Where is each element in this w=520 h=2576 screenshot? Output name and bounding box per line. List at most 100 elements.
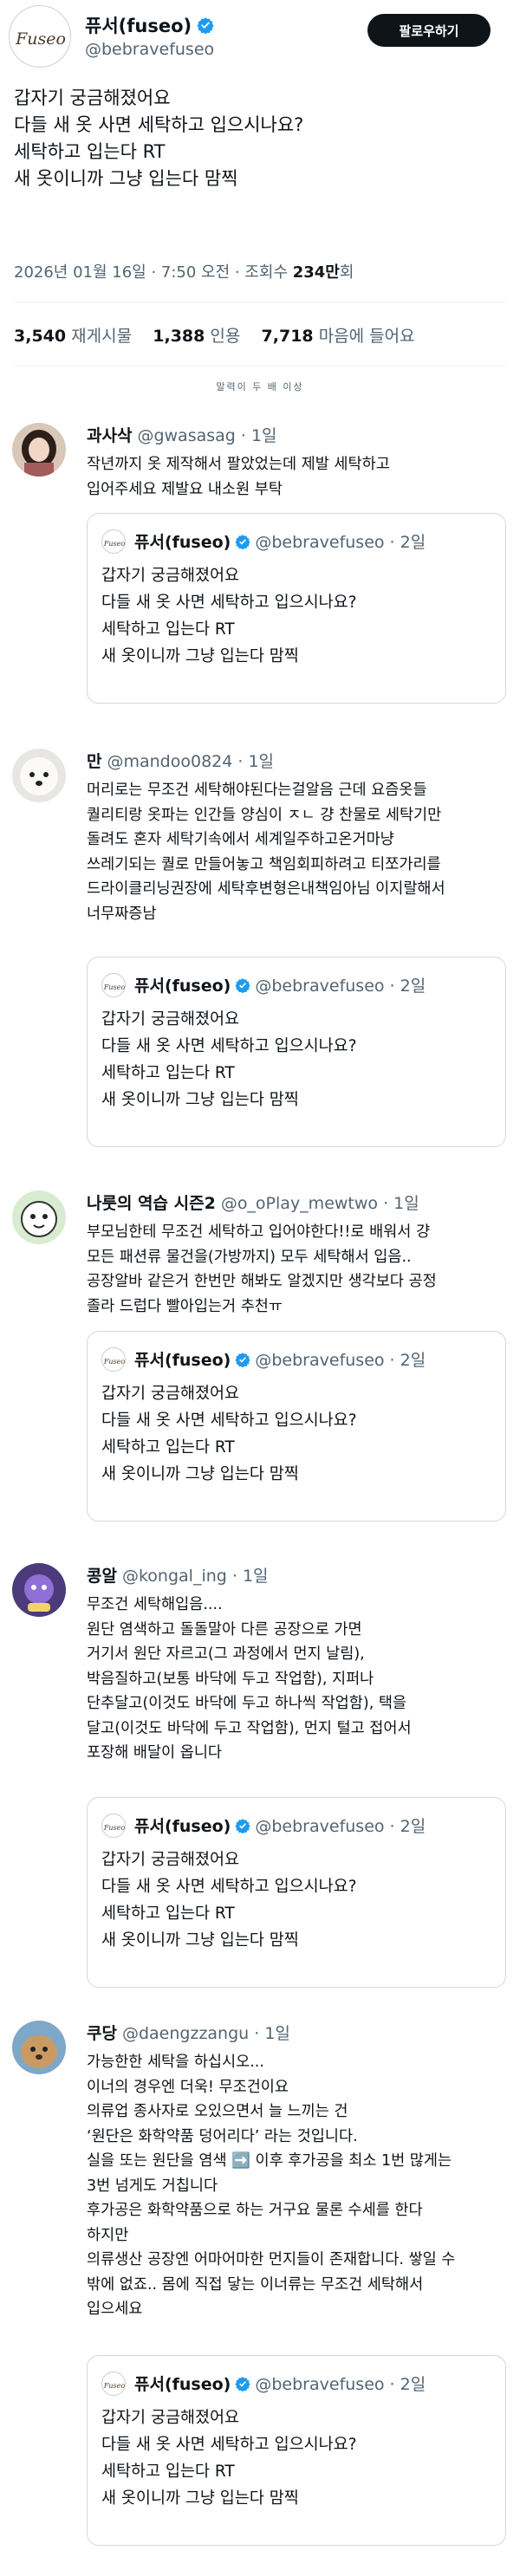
reply-text-line: 입으세요 [87, 2300, 143, 2318]
reply-avatar[interactable] [12, 749, 66, 802]
reply-author-name[interactable]: 나룻의 역습 시즌2 [87, 1191, 216, 1214]
reply-author-handle[interactable]: @daengzzangu · 1일 [122, 2021, 290, 2044]
quoted-header: 퓨서(fuseo) @bebravefuseo · 2일 [134, 1347, 426, 1371]
quoted-author-name: 퓨서(fuseo) [134, 977, 231, 996]
quoted-line: 세탁하고 입는다 RT [101, 1064, 235, 1082]
reply-author-handle[interactable]: @mandoo0824 · 1일 [107, 749, 274, 772]
reply-text-line: 퀄리티랑 옷파는 인간들 양심이 ㅈㄴ 걍 찬물로 세탁기만 [87, 806, 442, 824]
puppy-avatar-icon [12, 2021, 66, 2074]
quoted-tweet[interactable]: Fuseo 퓨서(fuseo) @bebravefuseo · 2일 갑자기 궁금… [87, 513, 506, 704]
reply-text-line: ‘원단은 화학약품 덩어리다’ 라는 것입니다. [87, 2127, 358, 2145]
quoted-tweet[interactable]: Fuseo 퓨서(fuseo) @bebravefuseo · 2일 갑자기 궁금… [87, 2355, 506, 2546]
quoted-line: 다들 새 옷 사면 세탁하고 입으시나요? [101, 2436, 357, 2454]
reply-author-name[interactable]: 과사삭 [87, 423, 132, 446]
view-count: 234만 [292, 263, 340, 282]
reply-item[interactable]: 만 @mandoo0824 · 1일 머리로는 무조건 세탁해야된다는걸알음 근데… [0, 749, 520, 1173]
timestamp[interactable]: 2026년 01월 16일 · 7:50 오전 · 조회수 [14, 263, 293, 282]
reply-text: 부모님한테 무조건 세탁하고 입어야한다!!로 배워서 걍 모든 패션류 물건을… [87, 1220, 511, 1319]
reply-avatar[interactable] [12, 423, 66, 477]
reply-text-line: 후가공은 화학약품으로 하는 거구요 물론 수세를 한다 [87, 2202, 423, 2219]
reply-avatar[interactable] [12, 1563, 66, 1617]
quoted-logo-text: Fuseo [103, 1824, 126, 1832]
reply-text-line: 거기서 원단 자르고(그 과정에서 먼지 날림), [87, 1645, 365, 1663]
reply-text-line: 졸라 드럽다 빨아입는거 추천ㅠ [87, 1297, 283, 1315]
quoted-line: 새 옷이니까 그냥 입는다 맘찍 [101, 647, 299, 665]
reply-author-handle[interactable]: @gwasasag · 1일 [137, 423, 276, 446]
quoted-text: 갑자기 궁금해졌어요 다들 새 옷 사면 세탁하고 입으시나요? 세탁하고 입는… [101, 562, 357, 670]
verified-badge-icon [235, 977, 250, 993]
reply-item[interactable]: 쿠당 @daengzzangu · 1일 가능한한 세탁을 하십시오... 이너의… [0, 2021, 520, 2558]
repost-label[interactable]: 재게시물 [71, 327, 132, 346]
reply-author-handle[interactable]: @kongal_ing · 1일 [122, 1563, 269, 1586]
reply-item[interactable]: 과사삭 @gwasasag · 1일 작년까지 옷 제작해서 팔았었는데 제발 세… [0, 423, 520, 726]
quoted-text: 갑자기 궁금해졌어요 다들 새 옷 사면 세탁하고 입으시나요? 세탁하고 입는… [101, 1380, 357, 1488]
reply-text-line: 의류생산 공장엔 어마어마한 먼지들이 존재합니다. 쌓일 수 [87, 2251, 456, 2268]
quoted-tweet[interactable]: Fuseo 퓨서(fuseo) @bebravefuseo · 2일 갑자기 궁금… [87, 1331, 506, 1522]
like-count[interactable]: 7,718 [262, 327, 314, 346]
purple-avatar-icon [12, 1563, 66, 1617]
reply-text-line: 너무짜증남 [87, 905, 157, 923]
reply-text-line: 하지만 [87, 2226, 129, 2244]
reply-avatar[interactable] [12, 1191, 66, 1244]
reply-author-handle[interactable]: @o_oPlay_mewtwo · 1일 [221, 1191, 419, 1214]
quoted-line: 갑자기 궁금해졌어요 [101, 1851, 240, 1869]
reply-text: 가능한한 세탁을 하십시오... 이너의 경우엔 더욱! 무조건이요 의류업 종… [87, 2050, 511, 2322]
tweet-text-line: 갑자기 궁금해졌어요 [14, 88, 171, 108]
quote-label[interactable]: 인용 [210, 327, 240, 346]
quoted-text: 갑자기 궁금해졌어요 다들 새 옷 사면 세탁하고 입으시나요? 세탁하고 입는… [101, 1006, 357, 1113]
like-label[interactable]: 마음에 들어요 [319, 327, 415, 346]
author-handle[interactable]: @bebravefuseo [85, 40, 214, 59]
quoted-line: 갑자기 궁금해졌어요 [101, 1010, 240, 1028]
reply-text-line: 실을 또는 원단을 염색 ➡️ 이후 후가공을 최소 1번 많게는 [87, 2152, 452, 2170]
reply-author-name[interactable]: 콩알 [87, 1563, 117, 1586]
reply-text-line: 밖에 없죠.. 몸에 직접 닿는 이너류는 무조건 세탁해서 [87, 2275, 424, 2294]
repost-count[interactable]: 3,540 [14, 327, 66, 346]
reply-header: 나룻의 역습 시즌2 @o_oPlay_mewtwo · 1일 [87, 1191, 419, 1214]
fuseo-logo-icon: Fuseo [103, 1824, 126, 1832]
quoted-header: 퓨서(fuseo) @bebravefuseo · 2일 [134, 529, 426, 553]
verified-badge-icon [235, 1352, 250, 1367]
quoted-logo-text: Fuseo [103, 1358, 126, 1366]
avatar-logo-text: Fuseo [15, 29, 66, 49]
quoted-tweet[interactable]: Fuseo 퓨서(fuseo) @bebravefuseo · 2일 갑자기 궁금… [87, 1797, 506, 1988]
quoted-line: 새 옷이니까 그냥 입는다 맘찍 [101, 1465, 299, 1483]
fuseo-logo-icon: Fuseo [103, 2382, 126, 2390]
view-count-suffix: 회 [339, 263, 354, 282]
quoted-line: 다들 새 옷 사면 세탁하고 입으시나요? [101, 1037, 357, 1055]
reply-text-line: 머리로는 무조건 세탁해야된다는걸알음 근데 요즘옷들 [87, 782, 427, 799]
reply-header: 과사삭 @gwasasag · 1일 [87, 423, 277, 446]
quoted-avatar: Fuseo [101, 2372, 126, 2396]
reply-text: 작년까지 옷 제작해서 팔았었는데 제발 세탁하고 입어주세요 제발요 내소원 … [87, 452, 511, 502]
quote-count[interactable]: 1,388 [153, 327, 205, 346]
reply-item[interactable]: 나룻의 역습 시즌2 @o_oPlay_mewtwo · 1일 부모님한테 무조건… [0, 1191, 520, 1546]
reply-author-name[interactable]: 만 [87, 749, 101, 772]
reply-text-line: 입어주세요 제발요 내소원 부탁 [87, 480, 283, 498]
tweet-meta: 2026년 01월 16일 · 7:50 오전 · 조회수 234만회 [14, 260, 354, 282]
quoted-line: 새 옷이니까 그냥 입는다 맘찍 [101, 2489, 299, 2508]
reply-text-line: 의류업 종사자로 오있으면서 늘 느끼는 건 [87, 2103, 348, 2120]
quoted-line: 다들 새 옷 사면 세탁하고 입으시나요? [101, 1411, 357, 1430]
reply-text-line: 박음질하고(보통 바닥에 두고 작업함), 지퍼나 [87, 1670, 374, 1688]
reply-text-line: 원단 염색하고 돌돌말아 다른 공장으로 가면 [87, 1620, 362, 1638]
quoted-author-name: 퓨서(fuseo) [134, 533, 231, 552]
quoted-tweet[interactable]: Fuseo 퓨서(fuseo) @bebravefuseo · 2일 갑자기 궁금… [87, 957, 506, 1147]
quoted-author-name: 퓨서(fuseo) [134, 1351, 231, 1370]
quoted-logo-text: Fuseo [103, 2382, 126, 2390]
quoted-header: 퓨서(fuseo) @bebravefuseo · 2일 [134, 2372, 426, 2395]
quoted-line: 다들 새 옷 사면 세탁하고 입으시나요? [101, 1878, 357, 1896]
tweet-text-line: 다들 새 옷 사면 세탁하고 입으시나요? [14, 114, 304, 135]
reply-avatar[interactable] [12, 2021, 66, 2074]
divider [14, 366, 506, 367]
quoted-line: 새 옷이니까 그냥 입는다 맘찍 [101, 1091, 299, 1109]
reply-text: 머리로는 무조건 세탁해야된다는걸알음 근데 요즘옷들 퀄리티랑 옷파는 인간들… [87, 778, 511, 926]
reply-author-name[interactable]: 쿠당 [87, 2021, 117, 2044]
author-avatar[interactable]: Fuseo [9, 5, 71, 68]
author-name[interactable]: 퓨서(fuseo) [85, 12, 192, 38]
quoted-avatar: Fuseo [101, 973, 126, 997]
fuseo-logo-icon: Fuseo [103, 1358, 126, 1366]
reply-item[interactable]: 콩알 @kongal_ing · 1일 무조건 세탁해입음.... 원단 염색하고… [0, 1563, 520, 1996]
verified-badge-icon [235, 534, 250, 549]
quoted-line: 세탁하고 입는다 RT [101, 2462, 235, 2481]
quoted-avatar: Fuseo [101, 529, 126, 554]
follow-button[interactable]: 팔로우하기 [367, 14, 491, 47]
